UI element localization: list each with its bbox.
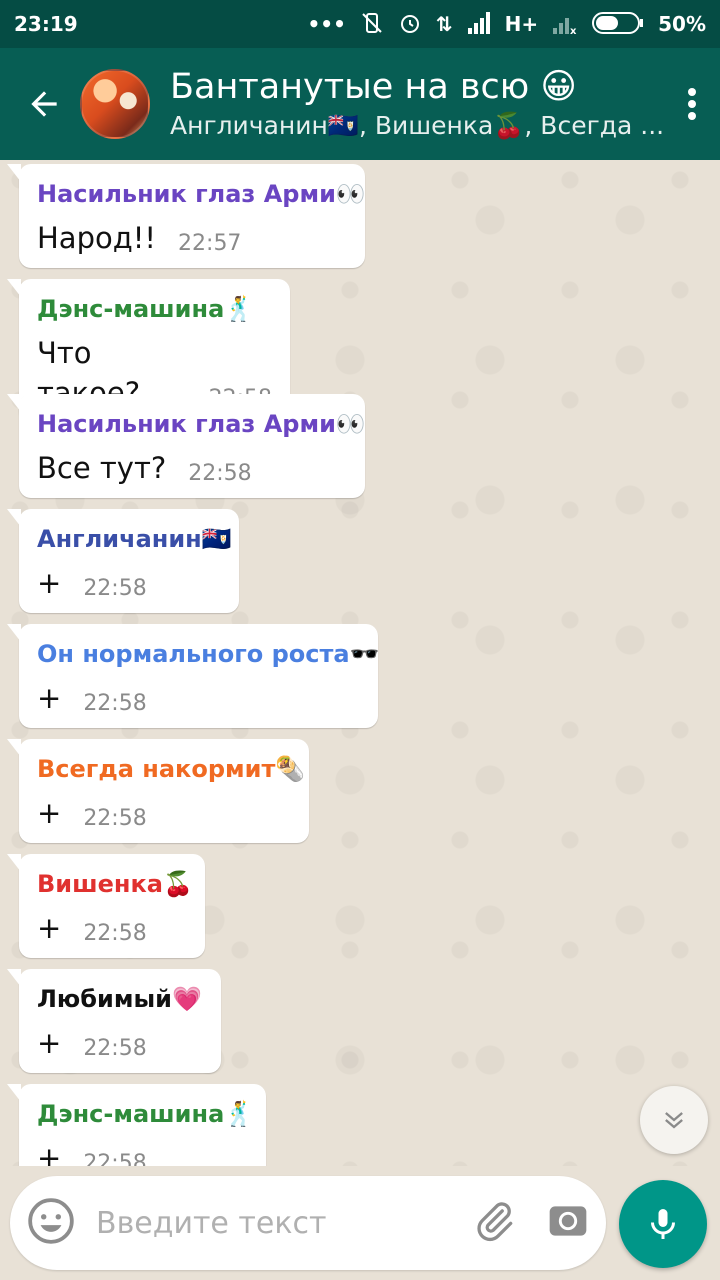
message-time: 22:58 bbox=[83, 921, 147, 946]
signal-icon bbox=[467, 11, 491, 37]
message-list[interactable]: Насильник глаз Арми👀 Народ!! 22:57 Дэнс-… bbox=[0, 160, 720, 1166]
network-type: H+ bbox=[504, 12, 539, 36]
paperclip-icon bbox=[477, 1202, 513, 1242]
scroll-to-bottom-button[interactable] bbox=[640, 1086, 708, 1154]
message-sender: Вишенка🍒 bbox=[37, 870, 193, 898]
message-text: Народ!! bbox=[37, 221, 157, 255]
message-sender: Он нормального роста🕶️ bbox=[37, 640, 380, 668]
message-text: + bbox=[37, 566, 62, 600]
emoji-icon bbox=[28, 1198, 74, 1244]
chat-header: Бантанутые на всю 😀 Англичанин🇦🇮, Вишенк… bbox=[0, 48, 720, 160]
message-text: + bbox=[37, 1141, 62, 1166]
svg-text:x: x bbox=[570, 26, 577, 34]
voice-message-button[interactable] bbox=[619, 1180, 707, 1268]
back-arrow-icon bbox=[31, 91, 57, 117]
battery-icon bbox=[592, 11, 644, 38]
message-bubble[interactable]: Насильник глаз Арми👀 Народ!! 22:57 bbox=[7, 164, 366, 268]
emoji-button[interactable] bbox=[26, 1196, 76, 1250]
more-vert-icon bbox=[688, 88, 696, 120]
message-time: 22:58 bbox=[188, 461, 252, 486]
message-text: + bbox=[37, 796, 62, 830]
message-bubble[interactable]: Дэнс-машина🕺 + 22:58 bbox=[7, 1084, 266, 1166]
message-time: 22:58 bbox=[83, 576, 147, 601]
alarm-icon bbox=[398, 11, 422, 38]
message-time: 22:58 bbox=[83, 691, 147, 716]
message-time: 22:58 bbox=[83, 1151, 147, 1166]
message-sender: Дэнс-машина🕺 bbox=[37, 1100, 255, 1128]
message-composer bbox=[10, 1176, 606, 1270]
more-notifications-icon: ••• bbox=[307, 12, 346, 36]
message-sender: Англичанин🇦🇮 bbox=[37, 525, 232, 553]
status-bar: 23:19 ••• ⇅ H+ x 50% bbox=[0, 0, 720, 48]
double-chevron-down-icon bbox=[665, 1112, 683, 1129]
camera-icon bbox=[549, 1206, 587, 1236]
message-text: + bbox=[37, 1026, 62, 1060]
microphone-icon bbox=[651, 1209, 675, 1239]
message-input[interactable] bbox=[96, 1205, 472, 1241]
data-transfer-icon: ⇅ bbox=[435, 12, 453, 36]
chat-title: Бантанутые на всю 😀 bbox=[170, 67, 577, 107]
back-button[interactable] bbox=[12, 85, 76, 123]
message-bubble[interactable]: Любимый💗 + 22:58 bbox=[7, 969, 221, 1073]
overflow-menu-button[interactable] bbox=[664, 87, 720, 121]
clock: 23:19 bbox=[14, 12, 78, 36]
no-signal-icon: x bbox=[552, 12, 578, 37]
message-text: + bbox=[37, 681, 62, 715]
message-time: 22:58 bbox=[83, 806, 147, 831]
message-time: 22:58 bbox=[83, 1036, 147, 1061]
message-sender: Дэнс-машина🕺 bbox=[37, 295, 255, 323]
message-bubble[interactable]: Он нормального роста🕶️ + 22:58 bbox=[7, 624, 380, 728]
message-bubble[interactable]: Насильник глаз Арми👀 Все тут? 22:58 bbox=[7, 394, 366, 498]
message-text: + bbox=[37, 911, 62, 945]
group-avatar[interactable] bbox=[80, 69, 150, 139]
chat-participants: Англичанин🇦🇮, Вишенка🍒, Всегда ...🌯 bbox=[170, 111, 664, 140]
message-sender: Насильник глаз Арми👀 bbox=[37, 180, 366, 208]
message-text: Все тут? bbox=[37, 451, 167, 485]
attach-button[interactable] bbox=[472, 1199, 516, 1247]
message-bubble[interactable]: Всегда накормит🌯 + 22:58 bbox=[7, 739, 309, 843]
message-time: 22:57 bbox=[178, 231, 242, 256]
vibrate-off-icon bbox=[360, 11, 384, 38]
message-sender: Всегда накормит🌯 bbox=[37, 755, 306, 783]
battery-level: 50% bbox=[658, 12, 706, 36]
message-bubble[interactable]: Вишенка🍒 + 22:58 bbox=[7, 854, 205, 958]
message-sender: Насильник глаз Арми👀 bbox=[37, 410, 366, 438]
camera-button[interactable] bbox=[546, 1199, 590, 1247]
message-sender: Любимый💗 bbox=[37, 985, 202, 1013]
chat-title-area[interactable]: Бантанутые на всю 😀 Англичанин🇦🇮, Вишенк… bbox=[170, 65, 664, 143]
message-bubble[interactable]: Англичанин🇦🇮 + 22:58 bbox=[7, 509, 239, 613]
